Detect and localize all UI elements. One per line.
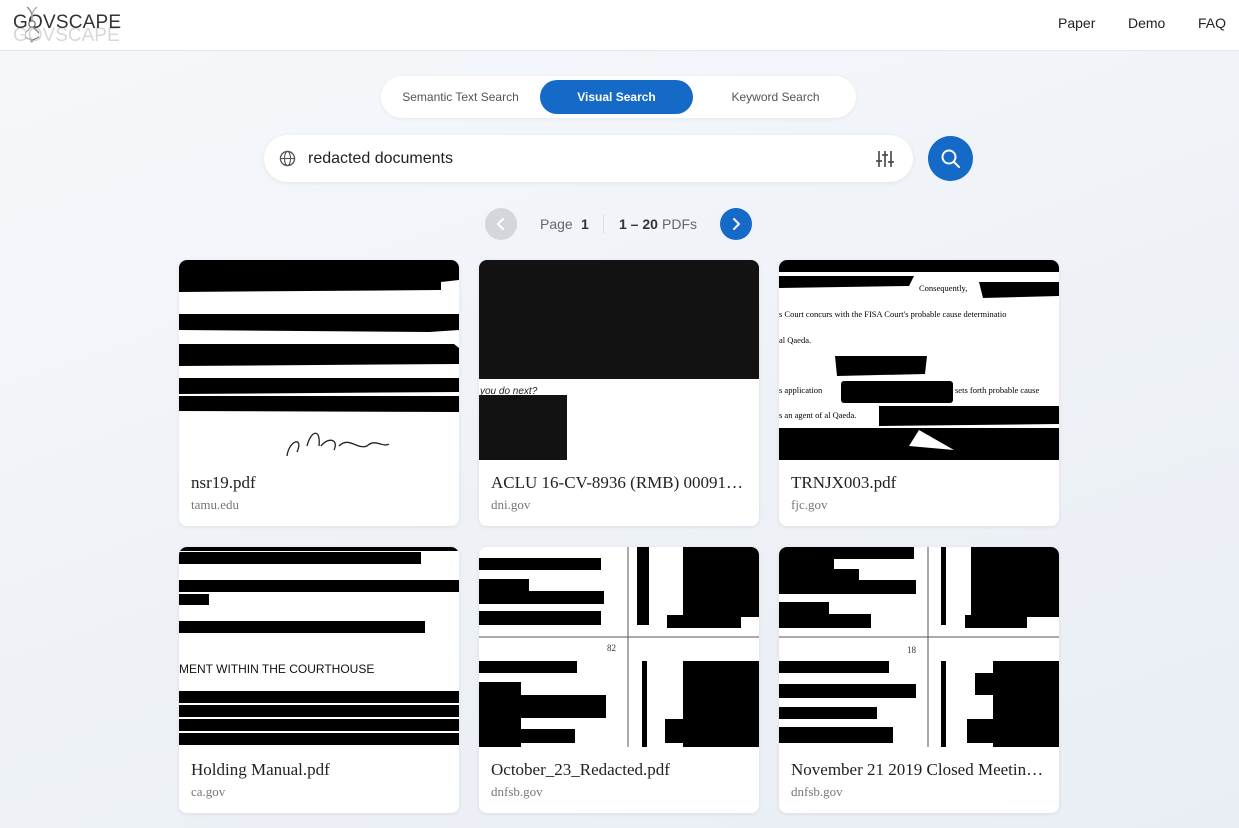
search-input[interactable] [308, 146, 848, 172]
result-card[interactable]: you do next? ACLU 16-CV-8936 (RMB) 00091… [479, 260, 759, 526]
document-thumbnail: you do next? [479, 260, 759, 460]
result-title: Holding Manual.pdf [191, 760, 330, 779]
thumbnail-text: s application [779, 385, 823, 395]
search-mode-tabs: Semantic Text Search Visual Search Keywo… [381, 76, 856, 118]
tab-semantic-text-search[interactable]: Semantic Text Search [387, 80, 534, 114]
thumbnail-text: Consequently, [919, 283, 967, 293]
chevron-right-icon [733, 218, 741, 230]
tab-keyword-search[interactable]: Keyword Search [699, 80, 852, 114]
search-bar [264, 135, 913, 182]
document-thumbnail: 82 [479, 547, 759, 747]
document-thumbnail: 18 [779, 547, 1059, 747]
thumbnail-text: sets forth probable cause [955, 385, 1039, 395]
document-thumbnail [179, 260, 459, 460]
next-page-button[interactable] [720, 208, 752, 240]
result-title: ACLU 16-CV-8936 (RMB) 000910.pdf [491, 473, 749, 492]
result-source: tamu.edu [191, 497, 240, 512]
search-icon [941, 149, 960, 168]
result-card[interactable]: nsr19.pdf tamu.edu [179, 260, 459, 526]
result-title: TRNJX003.pdf [791, 473, 897, 492]
chevron-left-icon [496, 218, 504, 230]
result-card[interactable]: Consequently, s Court concurs with the F… [779, 260, 1059, 526]
pagination-divider [603, 214, 604, 234]
top-navigation-bar: GOVSCAPE GOVSCAPE Paper Demo FAQ [0, 0, 1239, 51]
result-unit: PDFs [662, 216, 697, 232]
thumbnail-text: s Court concurs with the FISA Court's pr… [779, 309, 1006, 319]
pagination: Page 1 1 – 20 PDFs [485, 208, 753, 240]
result-card[interactable]: MENT WITHIN THE COURTHOUSE Holding Manua… [179, 547, 459, 813]
result-source: dni.gov [491, 497, 531, 512]
result-card[interactable]: 18 November 21 2019 Closed Meeting.pdf d… [779, 547, 1059, 813]
result-title: nsr19.pdf [191, 473, 256, 492]
logo-helix-icon [25, 6, 39, 43]
thumbnail-text: al Qaeda. [779, 335, 811, 345]
search-button[interactable] [928, 136, 973, 181]
filter-settings-icon[interactable] [875, 149, 895, 169]
page-label: Page [540, 216, 573, 232]
result-source: dnfsb.gov [491, 784, 543, 799]
globe-icon [279, 150, 296, 167]
result-title: November 21 2019 Closed Meeting.pdf [791, 760, 1049, 779]
thumbnail-text: MENT WITHIN THE COURTHOUSE [179, 662, 374, 676]
result-range: 1 – 20 [619, 216, 658, 232]
result-source: dnfsb.gov [791, 784, 843, 799]
nav-link-paper[interactable]: Paper [1058, 15, 1095, 31]
thumbnail-text: 82 [607, 643, 616, 653]
result-source: fjc.gov [791, 497, 828, 512]
previous-page-button[interactable] [485, 208, 517, 240]
result-title: October_23_Redacted.pdf [491, 760, 670, 779]
result-card[interactable]: 82 October_23_Redacted.pdf dnfsb.gov [479, 547, 759, 813]
result-source: ca.gov [191, 784, 226, 799]
thumbnail-text: 18 [907, 645, 917, 655]
document-thumbnail: MENT WITHIN THE COURTHOUSE [179, 547, 459, 747]
nav-link-faq[interactable]: FAQ [1198, 15, 1226, 31]
document-thumbnail: Consequently, s Court concurs with the F… [779, 260, 1059, 460]
nav-link-demo[interactable]: Demo [1128, 15, 1165, 31]
thumbnail-text: s an agent of al Qaeda. [779, 410, 856, 420]
page-number: 1 [581, 216, 589, 232]
tab-visual-search[interactable]: Visual Search [540, 80, 693, 114]
